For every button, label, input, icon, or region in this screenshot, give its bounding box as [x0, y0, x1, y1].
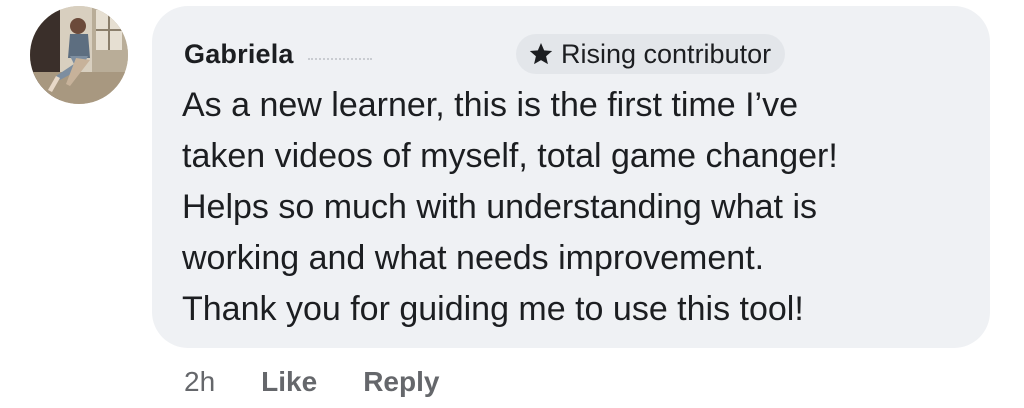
author-name[interactable]: Gabriela	[184, 39, 294, 70]
timestamp[interactable]: 2h	[184, 366, 215, 398]
reply-button[interactable]: Reply	[363, 366, 439, 398]
avatar[interactable]	[30, 6, 128, 104]
comment-text: As a new learner, this is the first time…	[182, 86, 838, 328]
like-button[interactable]: Like	[261, 366, 317, 398]
comment: Gabriela Rising contributor As a new lea…	[0, 0, 1024, 408]
badge-label: Rising contributor	[561, 38, 772, 69]
avatar-photo	[30, 6, 128, 104]
rising-contributor-badge[interactable]: Rising contributor	[516, 34, 786, 74]
author-row: Gabriela	[184, 34, 372, 74]
comment-actions: 2h Like Reply	[184, 362, 439, 402]
comment-bubble: Gabriela Rising contributor As a new lea…	[152, 6, 990, 348]
redacted-surname	[307, 58, 372, 64]
star-icon	[529, 42, 553, 65]
